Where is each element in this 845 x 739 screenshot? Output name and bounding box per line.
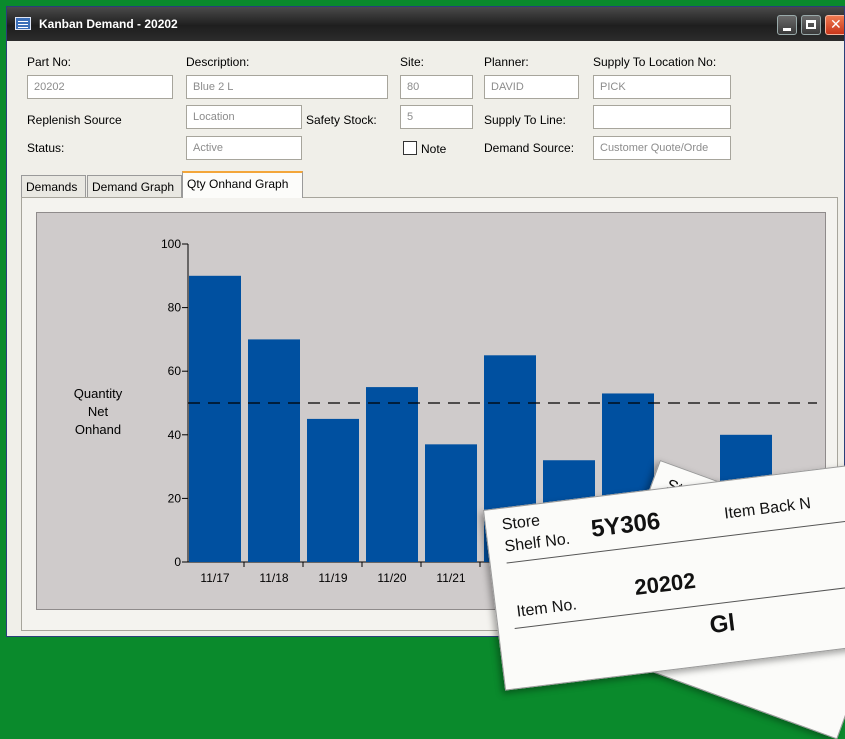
bar — [307, 418, 359, 562]
x-tick-label: 11/19 — [318, 571, 347, 585]
status-field[interactable]: Active — [186, 136, 302, 160]
replenish-source-label: Replenish Source — [27, 113, 122, 127]
title-bar[interactable]: Kanban Demand - 20202 — [7, 7, 844, 41]
y-tick-label: 40 — [168, 428, 182, 442]
x-tick-label: 11/21 — [436, 571, 465, 585]
y-tick-label: 80 — [168, 301, 182, 315]
note-checkbox[interactable] — [403, 141, 417, 155]
x-tick-label: 11/20 — [377, 571, 406, 585]
item-no-label: Item No. — [515, 596, 578, 621]
y-tick-label: 20 — [168, 491, 182, 505]
part-no-combobox[interactable]: 20202 ▼ — [27, 75, 173, 99]
tab-qty-onhand-graph[interactable]: Qty Onhand Graph — [182, 171, 303, 198]
minimize-button[interactable] — [777, 15, 797, 35]
bar — [425, 444, 477, 562]
shelf-label: Shelf No. — [503, 530, 572, 556]
supply-to-line-label: Supply To Line: — [484, 113, 566, 127]
y-axis-label: Net — [88, 404, 109, 419]
bar — [189, 275, 241, 562]
y-axis-label: Quantity — [74, 386, 123, 401]
maximize-button[interactable] — [801, 15, 821, 35]
y-tick-label: 100 — [161, 237, 181, 251]
part-no-value: 20202 — [34, 81, 65, 93]
safety-stock-label: Safety Stock: — [306, 113, 377, 127]
x-tick-label: 11/17 — [200, 571, 229, 585]
demand-source-field[interactable]: Customer Quote/Orde — [593, 136, 731, 160]
store-label: Store — [500, 512, 542, 534]
planner-field[interactable]: DAVID — [484, 75, 579, 99]
item-no-value: 20202 — [633, 567, 697, 601]
shelf-value: 5Y306 — [589, 507, 662, 543]
tab-demands[interactable]: Demands — [21, 175, 86, 197]
description-label: Description: — [186, 55, 250, 69]
supply-to-line-field[interactable] — [593, 105, 731, 129]
kanban-app-icon — [15, 17, 31, 30]
replenish-source-field[interactable]: Location — [186, 105, 302, 129]
site-label: Site: — [400, 55, 425, 69]
y-tick-label: 60 — [168, 364, 182, 378]
status-label: Status: — [27, 141, 65, 155]
demand-source-label: Demand Source: — [484, 141, 575, 155]
part-no-label: Part No: — [27, 55, 72, 69]
safety-stock-field[interactable]: 5 — [400, 105, 473, 129]
bar — [248, 339, 300, 562]
y-axis-label: Onhand — [75, 422, 121, 437]
supply-to-location-field[interactable]: PICK — [593, 75, 731, 99]
supply-to-location-label: Supply To Location No: — [593, 55, 717, 69]
card-partial-text: Gl — [708, 609, 737, 640]
y-tick-label: 0 — [174, 555, 181, 569]
item-back-label: Item Back N — [723, 495, 812, 523]
bar — [366, 387, 418, 562]
site-field[interactable]: 80 — [400, 75, 473, 99]
note-label: Note — [421, 142, 447, 156]
description-field[interactable]: Blue 2 L — [186, 75, 388, 99]
x-tick-label: 11/18 — [259, 571, 288, 585]
close-button[interactable] — [825, 15, 844, 35]
window-title: Kanban Demand - 20202 — [39, 17, 178, 31]
tab-demand-graph[interactable]: Demand Graph — [87, 175, 182, 197]
planner-label: Planner: — [484, 55, 529, 69]
